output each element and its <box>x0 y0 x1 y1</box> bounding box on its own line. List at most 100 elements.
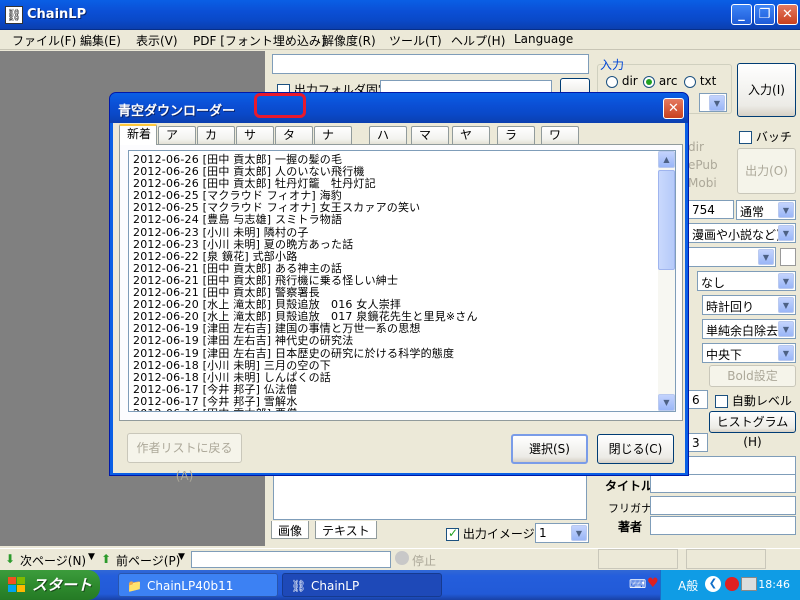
checkbox-box[interactable] <box>739 131 752 144</box>
tab-sa[interactable]: サ <box>236 126 274 144</box>
heart-icon[interactable]: ♥ <box>647 576 659 591</box>
list-item[interactable]: 2012-06-24 [豊島 与志雄] スミトラ物語 <box>133 214 661 226</box>
back-to-author-list-button[interactable]: 作者リストに戻る(A) <box>127 433 242 483</box>
next-page-button[interactable]: 次ページ(N) <box>20 552 86 569</box>
stop-button[interactable]: 停止 <box>412 552 436 569</box>
page-input[interactable] <box>191 551 391 568</box>
tab-ra[interactable]: ラ <box>497 126 535 144</box>
genre-combo[interactable]: 漫画や小説など) ▼ <box>688 223 796 243</box>
out-epub-radio[interactable]: ePub <box>688 158 718 172</box>
maximize-button[interactable]: ❐ <box>754 4 775 25</box>
checkbox-box[interactable] <box>715 395 728 408</box>
radio-txt[interactable]: txt <box>684 74 716 88</box>
chevron-left-icon[interactable]: ❮ <box>705 576 721 592</box>
chevron-down-icon[interactable]: ▼ <box>778 345 794 361</box>
menu-view[interactable]: 表示(V) <box>136 32 178 49</box>
output-image-combo[interactable]: 1 ▼ <box>535 523 589 543</box>
rotation-combo[interactable]: 時計回り ▼ <box>702 295 796 315</box>
out-dir-radio[interactable]: dir <box>688 140 704 154</box>
list-item[interactable]: 2012-06-23 [小川 未明] 隣村の子 <box>133 226 661 239</box>
close-window-button[interactable]: ✕ <box>777 4 798 25</box>
menu-help[interactable]: ヘルプ(H) <box>451 32 505 49</box>
tab-ta[interactable]: タ <box>275 126 313 144</box>
main-titlebar[interactable]: ⛓ ChainLP _ ❐ ✕ <box>0 0 800 30</box>
batch-checkbox[interactable]: バッチ <box>739 128 792 145</box>
vm-icon[interactable] <box>741 577 757 591</box>
list-item[interactable]: 2012-06-18 [小川 未明] 三月の空の下 <box>133 359 661 372</box>
new-arrivals-list[interactable]: 2012-06-26 [田中 貢太郎] 一握の髪の毛 2012-06-26 [田中… <box>128 150 676 412</box>
radio-dir[interactable]: dir <box>606 74 638 88</box>
scroll-down-icon[interactable]: ▼ <box>658 394 675 411</box>
radio-arc-circle[interactable] <box>643 75 655 88</box>
taskbar-folder-button[interactable]: 📁 ChainLP40b11 <box>118 573 278 597</box>
tab-na[interactable]: ナ <box>314 126 352 144</box>
tab-image[interactable]: 画像 <box>271 521 310 539</box>
start-button[interactable]: スタート <box>0 570 100 600</box>
scroll-up-icon[interactable]: ▲ <box>658 151 675 168</box>
chevron-down-icon[interactable]: ▼ <box>758 249 774 265</box>
ime-indicator[interactable]: A般 <box>678 577 698 594</box>
output-button[interactable]: 出力(O) <box>737 148 796 194</box>
chevron-down-icon[interactable]: ▼ <box>778 321 794 337</box>
list-item[interactable]: 2012-06-18 [小川 未明] しんぱくの話 <box>133 371 661 384</box>
list-item[interactable]: 2012-06-23 [小川 未明] 夏の晩方あった話 <box>133 238 661 251</box>
chevron-down-icon[interactable]: ▼ <box>778 202 794 218</box>
chevron-down-icon[interactable]: ▼ <box>778 297 794 313</box>
menu-language[interactable]: Language <box>514 32 573 46</box>
tab-ya[interactable]: ヤ <box>452 126 490 144</box>
menu-edit[interactable]: 編集(E) <box>80 32 121 49</box>
position-combo[interactable]: 中央下 ▼ <box>702 343 796 363</box>
list-item[interactable]: 2012-06-16 [田中 貢太郎] 悪僧 <box>133 407 661 411</box>
chevron-down-icon[interactable]: ▼ <box>571 525 587 541</box>
tab-text[interactable]: テキスト <box>315 521 377 539</box>
close-button[interactable]: 閉じる(C) <box>597 434 674 464</box>
chevron-down-icon[interactable]: ▼ <box>778 273 794 289</box>
tab-ma[interactable]: マ <box>411 126 449 144</box>
select-button[interactable]: 選択(S) <box>511 434 588 464</box>
list-scrollbar[interactable]: ▲ ▼ <box>658 151 675 411</box>
close-icon[interactable]: ✕ <box>663 98 684 119</box>
radio-dir-circle[interactable] <box>606 75 618 88</box>
dialog-titlebar[interactable]: 青空ダウンローダー ✕ <box>110 93 688 123</box>
size-field[interactable]: 754 <box>688 200 734 219</box>
menu-pdf[interactable]: PDF [フォント埋め込み] <box>193 32 326 49</box>
none-combo[interactable]: なし ▼ <box>697 271 796 291</box>
minimize-button[interactable]: _ <box>731 4 752 25</box>
tab-ha[interactable]: ハ <box>369 126 407 144</box>
keyboard-icon[interactable]: ⌨ <box>629 577 646 591</box>
menu-tools[interactable]: ツール(T) <box>389 32 442 49</box>
output-image-checkbox[interactable]: 出力イメージ <box>446 525 535 542</box>
prev-page-button[interactable]: 前ページ(P) <box>116 552 180 569</box>
tab-a[interactable]: ア <box>158 126 196 144</box>
input-type-select[interactable]: ▼ <box>699 93 727 112</box>
number-field[interactable]: 6 <box>688 390 708 409</box>
title-field[interactable] <box>650 474 796 493</box>
tab-wa[interactable]: ワ <box>541 126 579 144</box>
out-mobi-radio[interactable]: Mobi <box>688 176 717 190</box>
chevron-down-icon[interactable]: ▼ <box>709 95 725 111</box>
margin-combo[interactable]: 単純余白除去 ▼ <box>702 319 796 339</box>
bold-settings-button[interactable]: Bold設定 <box>709 365 796 387</box>
auto-level-checkbox[interactable]: 自動レベル <box>715 392 792 409</box>
furigana-field[interactable] <box>650 496 796 515</box>
taskbar-chainlp-button[interactable]: ⛓ ChainLP <box>282 573 442 597</box>
clock[interactable]: 18:46 <box>758 578 790 591</box>
blank-combo[interactable]: ▼ <box>688 247 776 267</box>
top-path-field[interactable] <box>272 54 589 74</box>
chevron-down-icon[interactable]: ▼ <box>778 225 794 241</box>
list-item[interactable]: 2012-06-19 [津田 左右吉] 日本歴史の研究に於ける科学的態度 <box>133 347 661 360</box>
checkbox-box[interactable] <box>446 526 459 541</box>
mode-combo[interactable]: 通常 ▼ <box>736 200 796 220</box>
menu-resolution[interactable]: 解像度(R) <box>322 32 376 49</box>
scroll-thumb[interactable] <box>658 170 675 270</box>
radio-txt-circle[interactable] <box>684 75 696 88</box>
tab-new[interactable]: 新着 <box>119 124 157 145</box>
menu-file[interactable]: ファイル(F) <box>12 32 76 49</box>
chevron-down-icon[interactable]: ▼ <box>178 552 185 562</box>
chevron-down-icon[interactable]: ▼ <box>88 552 95 562</box>
network-icon[interactable] <box>725 577 739 591</box>
tab-ka[interactable]: カ <box>197 126 235 144</box>
author-field[interactable] <box>650 516 796 535</box>
input-button[interactable]: 入力(I) <box>737 63 796 117</box>
color-swatch[interactable] <box>780 248 796 266</box>
